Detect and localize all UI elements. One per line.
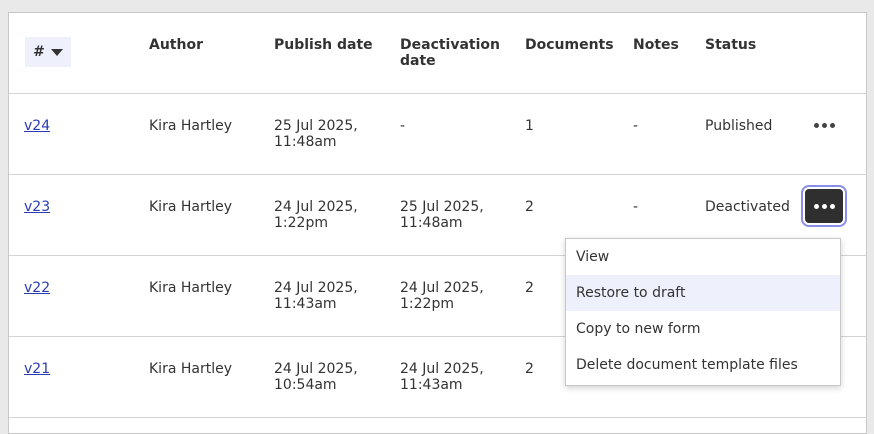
notes-cell: - (633, 118, 639, 134)
notes-cell: - (633, 199, 639, 215)
menu-item-view[interactable]: View (566, 239, 840, 275)
more-horizontal-icon (813, 122, 819, 128)
author-cell: Kira Hartley (149, 199, 232, 215)
documents-cell: 1 (525, 118, 534, 134)
deactivation-date-cell: - (400, 118, 406, 134)
menu-item-restore-to-draft[interactable]: Restore to draft (566, 275, 840, 311)
version-link[interactable]: v24 (24, 118, 50, 134)
publish-date-cell: 25 Jul 2025, 11:48am (274, 118, 358, 150)
documents-cell: 2 (525, 280, 534, 296)
author-cell: Kira Hartley (149, 361, 232, 377)
row-divider (9, 417, 866, 418)
documents-cell: 2 (525, 361, 534, 377)
deactivation-date-cell: 25 Jul 2025, 11:48am (400, 199, 484, 231)
publish-date-cell: 24 Jul 2025, 10:54am (274, 361, 358, 393)
publish-date-cell: 24 Jul 2025, 1:22pm (274, 199, 358, 231)
row-actions-button[interactable] (805, 108, 843, 142)
version-column-header: # (33, 44, 45, 60)
author-column-header: Author (149, 37, 203, 53)
menu-item-copy-to-new-form[interactable]: Copy to new form (566, 311, 840, 347)
row-divider (9, 93, 866, 94)
more-horizontal-icon (813, 203, 819, 209)
deactivation-date-cell: 24 Jul 2025, 1:22pm (400, 280, 484, 312)
caret-down-icon (50, 48, 63, 56)
deactivation-date-column-header: Deactivation date (400, 37, 501, 69)
documents-column-header: Documents (525, 37, 614, 53)
documents-cell: 2 (525, 199, 534, 215)
notes-column-header: Notes (633, 37, 679, 53)
row-divider (9, 174, 866, 175)
version-link[interactable]: v21 (24, 361, 50, 377)
version-link[interactable]: v22 (24, 280, 50, 296)
publish-date-cell: 24 Jul 2025, 11:43am (274, 280, 358, 312)
row-actions-menu: View Restore to draft Copy to new form D… (565, 238, 841, 386)
row-actions-button[interactable] (801, 185, 847, 227)
publish-date-column-header: Publish date (274, 37, 373, 53)
status-cell: Published (705, 118, 773, 134)
status-column-header: Status (705, 37, 757, 53)
status-cell: Deactivated (705, 199, 790, 215)
menu-item-delete-template-files[interactable]: Delete document template files (566, 347, 840, 383)
author-cell: Kira Hartley (149, 118, 232, 134)
sort-version-button[interactable]: # (25, 37, 71, 67)
version-link[interactable]: v23 (24, 199, 50, 215)
author-cell: Kira Hartley (149, 280, 232, 296)
deactivation-date-cell: 24 Jul 2025, 11:43am (400, 361, 484, 393)
